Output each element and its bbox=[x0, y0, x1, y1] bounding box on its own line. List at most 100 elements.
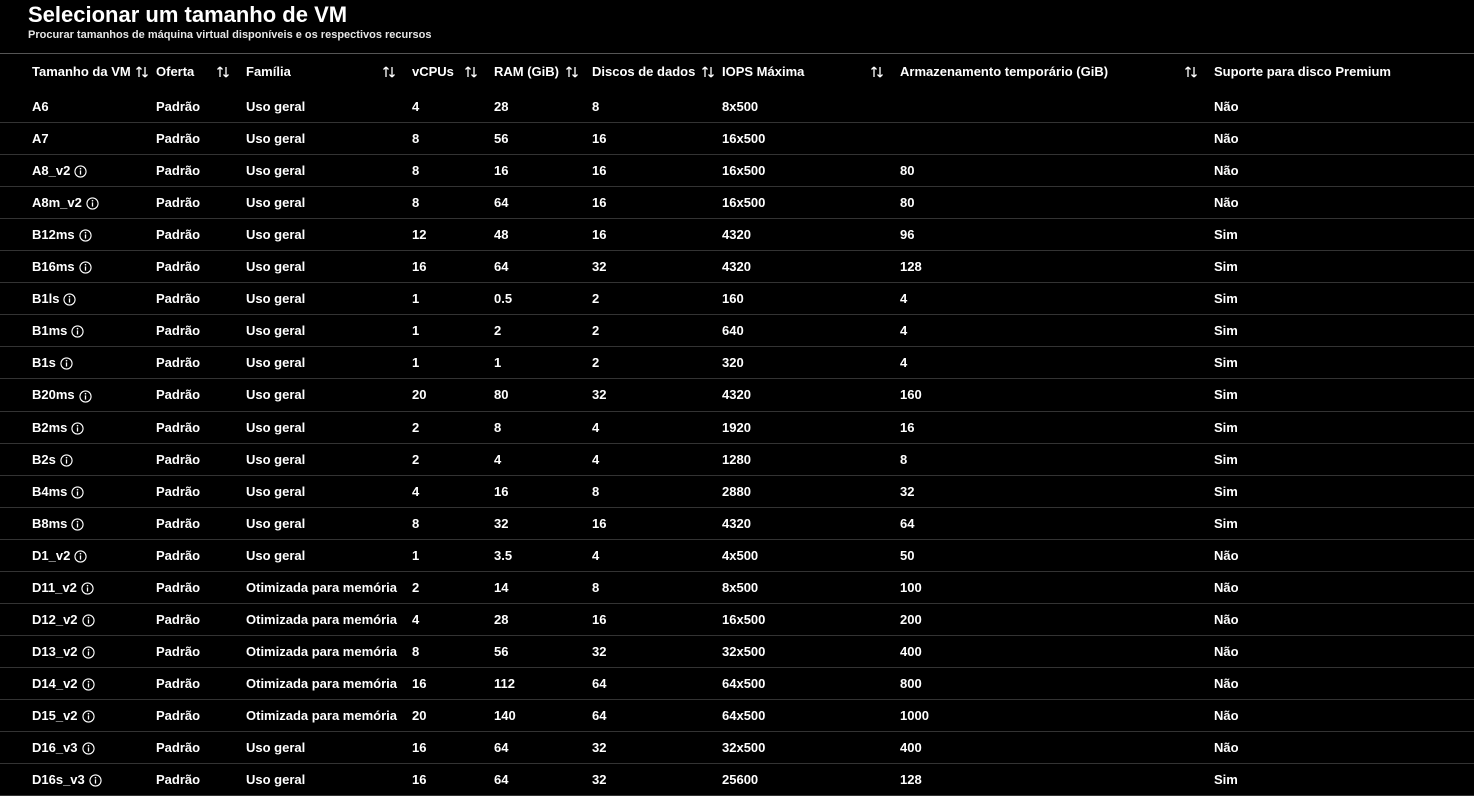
info-icon[interactable] bbox=[60, 357, 73, 370]
info-icon[interactable] bbox=[81, 582, 94, 595]
cell-ram: 64 bbox=[486, 732, 584, 764]
cell-offer: Padrão bbox=[148, 603, 238, 635]
cell-ram: 48 bbox=[486, 219, 584, 251]
table-row[interactable]: A8_v2PadrãoUso geral8161616x50080Não bbox=[0, 155, 1474, 187]
vm-size-label: A8m_v2 bbox=[32, 195, 82, 210]
info-icon[interactable] bbox=[71, 325, 84, 338]
sort-icon[interactable] bbox=[701, 66, 715, 78]
table-row[interactable]: D16_v3PadrãoUso geral16643232x500400Não bbox=[0, 732, 1474, 764]
cell-vm-size: A7 bbox=[0, 123, 148, 155]
sort-icon[interactable] bbox=[565, 66, 579, 78]
info-icon[interactable] bbox=[79, 390, 92, 403]
cell-premium-support: Sim bbox=[1206, 315, 1474, 347]
table-row[interactable]: B1lsPadrãoUso geral10.521604Sim bbox=[0, 283, 1474, 315]
table-row[interactable]: A8m_v2PadrãoUso geral8641616x50080Não bbox=[0, 187, 1474, 219]
sort-icon[interactable] bbox=[382, 66, 396, 78]
column-header-offer[interactable]: Oferta bbox=[148, 54, 238, 91]
table-row[interactable]: B4msPadrãoUso geral4168288032Sim bbox=[0, 475, 1474, 507]
cell-vm-size: B12ms bbox=[0, 219, 148, 251]
sort-icon[interactable] bbox=[870, 66, 884, 78]
sort-icon[interactable] bbox=[464, 66, 478, 78]
cell-iops: 32x500 bbox=[714, 732, 892, 764]
cell-vcpus: 8 bbox=[404, 507, 486, 539]
column-header-temp[interactable]: Armazenamento temporário (GiB) bbox=[892, 54, 1206, 91]
info-icon[interactable] bbox=[89, 774, 102, 787]
table-row[interactable]: D15_v2PadrãoOtimizada para memória201406… bbox=[0, 700, 1474, 732]
info-icon[interactable] bbox=[82, 742, 95, 755]
cell-family: Uso geral bbox=[238, 379, 404, 411]
column-header-ram[interactable]: RAM (GiB) bbox=[486, 54, 584, 91]
info-icon[interactable] bbox=[82, 646, 95, 659]
cell-iops: 4320 bbox=[714, 379, 892, 411]
column-header-premium[interactable]: Suporte para disco Premium bbox=[1206, 54, 1474, 91]
cell-vcpus: 2 bbox=[404, 411, 486, 443]
column-header-family[interactable]: Família bbox=[238, 54, 404, 91]
table-row[interactable]: D1_v2PadrãoUso geral13.544x50050Não bbox=[0, 539, 1474, 571]
cell-premium-support: Sim bbox=[1206, 379, 1474, 411]
info-icon[interactable] bbox=[74, 550, 87, 563]
cell-vm-size: B16ms bbox=[0, 251, 148, 283]
table-row[interactable]: D16s_v3PadrãoUso geral16643225600128Sim bbox=[0, 764, 1474, 796]
sort-icon[interactable] bbox=[1184, 66, 1198, 78]
info-icon[interactable] bbox=[60, 454, 73, 467]
cell-premium-support: Não bbox=[1206, 187, 1474, 219]
cell-iops: 2880 bbox=[714, 475, 892, 507]
cell-iops: 8x500 bbox=[714, 91, 892, 123]
info-icon[interactable] bbox=[82, 710, 95, 723]
cell-temp-storage: 16 bbox=[892, 411, 1206, 443]
info-icon[interactable] bbox=[63, 293, 76, 306]
vm-size-label: B1s bbox=[32, 355, 56, 370]
column-header-disks[interactable]: Discos de dados bbox=[584, 54, 714, 91]
table-row[interactable]: B8msPadrãoUso geral83216432064Sim bbox=[0, 507, 1474, 539]
info-icon[interactable] bbox=[82, 678, 95, 691]
vm-size-label: A7 bbox=[32, 131, 49, 146]
cell-family: Otimizada para memória bbox=[238, 571, 404, 603]
table-row[interactable]: D14_v2PadrãoOtimizada para memória161126… bbox=[0, 668, 1474, 700]
cell-ram: 1 bbox=[486, 347, 584, 379]
info-icon[interactable] bbox=[71, 518, 84, 531]
cell-family: Uso geral bbox=[238, 764, 404, 796]
info-icon[interactable] bbox=[79, 261, 92, 274]
column-header-size[interactable]: Tamanho da VM bbox=[0, 54, 148, 91]
table-row[interactable]: B12msPadrãoUso geral124816432096Sim bbox=[0, 219, 1474, 251]
cell-temp-storage: 96 bbox=[892, 219, 1206, 251]
table-row[interactable]: D13_v2PadrãoOtimizada para memória856323… bbox=[0, 635, 1474, 667]
cell-disks: 64 bbox=[584, 700, 714, 732]
table-row[interactable]: A6PadrãoUso geral42888x500Não bbox=[0, 91, 1474, 123]
cell-iops: 64x500 bbox=[714, 668, 892, 700]
cell-family: Otimizada para memória bbox=[238, 700, 404, 732]
cell-disks: 16 bbox=[584, 123, 714, 155]
cell-iops: 4320 bbox=[714, 219, 892, 251]
table-header-row: Tamanho da VM Oferta Família vCPUs bbox=[0, 54, 1474, 91]
cell-family: Uso geral bbox=[238, 91, 404, 123]
sort-icon[interactable] bbox=[216, 66, 230, 78]
table-row[interactable]: D11_v2PadrãoOtimizada para memória21488x… bbox=[0, 571, 1474, 603]
table-row[interactable]: B2sPadrãoUso geral24412808Sim bbox=[0, 443, 1474, 475]
info-icon[interactable] bbox=[71, 422, 84, 435]
table-row[interactable]: B16msPadrãoUso geral1664324320128Sim bbox=[0, 251, 1474, 283]
cell-vcpus: 1 bbox=[404, 283, 486, 315]
table-row[interactable]: B20msPadrãoUso geral2080324320160Sim bbox=[0, 379, 1474, 411]
table-row[interactable]: B1msPadrãoUso geral1226404Sim bbox=[0, 315, 1474, 347]
info-icon[interactable] bbox=[82, 614, 95, 627]
cell-premium-support: Sim bbox=[1206, 411, 1474, 443]
info-icon[interactable] bbox=[86, 197, 99, 210]
table-row[interactable]: A7PadrãoUso geral8561616x500Não bbox=[0, 123, 1474, 155]
table-row[interactable]: B2msPadrãoUso geral284192016Sim bbox=[0, 411, 1474, 443]
cell-temp-storage: 128 bbox=[892, 251, 1206, 283]
column-header-vcpus[interactable]: vCPUs bbox=[404, 54, 486, 91]
table-row[interactable]: B1sPadrãoUso geral1123204Sim bbox=[0, 347, 1474, 379]
table-row[interactable]: D12_v2PadrãoOtimizada para memória428161… bbox=[0, 603, 1474, 635]
info-icon[interactable] bbox=[71, 486, 84, 499]
cell-vcpus: 1 bbox=[404, 539, 486, 571]
vm-size-label: A6 bbox=[32, 99, 49, 114]
cell-temp-storage: 80 bbox=[892, 155, 1206, 187]
vm-size-label: D1_v2 bbox=[32, 548, 70, 563]
column-header-iops[interactable]: IOPS Máxima bbox=[714, 54, 892, 91]
sort-icon[interactable] bbox=[135, 66, 149, 78]
cell-disks: 2 bbox=[584, 347, 714, 379]
cell-vm-size: A8m_v2 bbox=[0, 187, 148, 219]
info-icon[interactable] bbox=[79, 229, 92, 242]
info-icon[interactable] bbox=[74, 165, 87, 178]
cell-offer: Padrão bbox=[148, 700, 238, 732]
